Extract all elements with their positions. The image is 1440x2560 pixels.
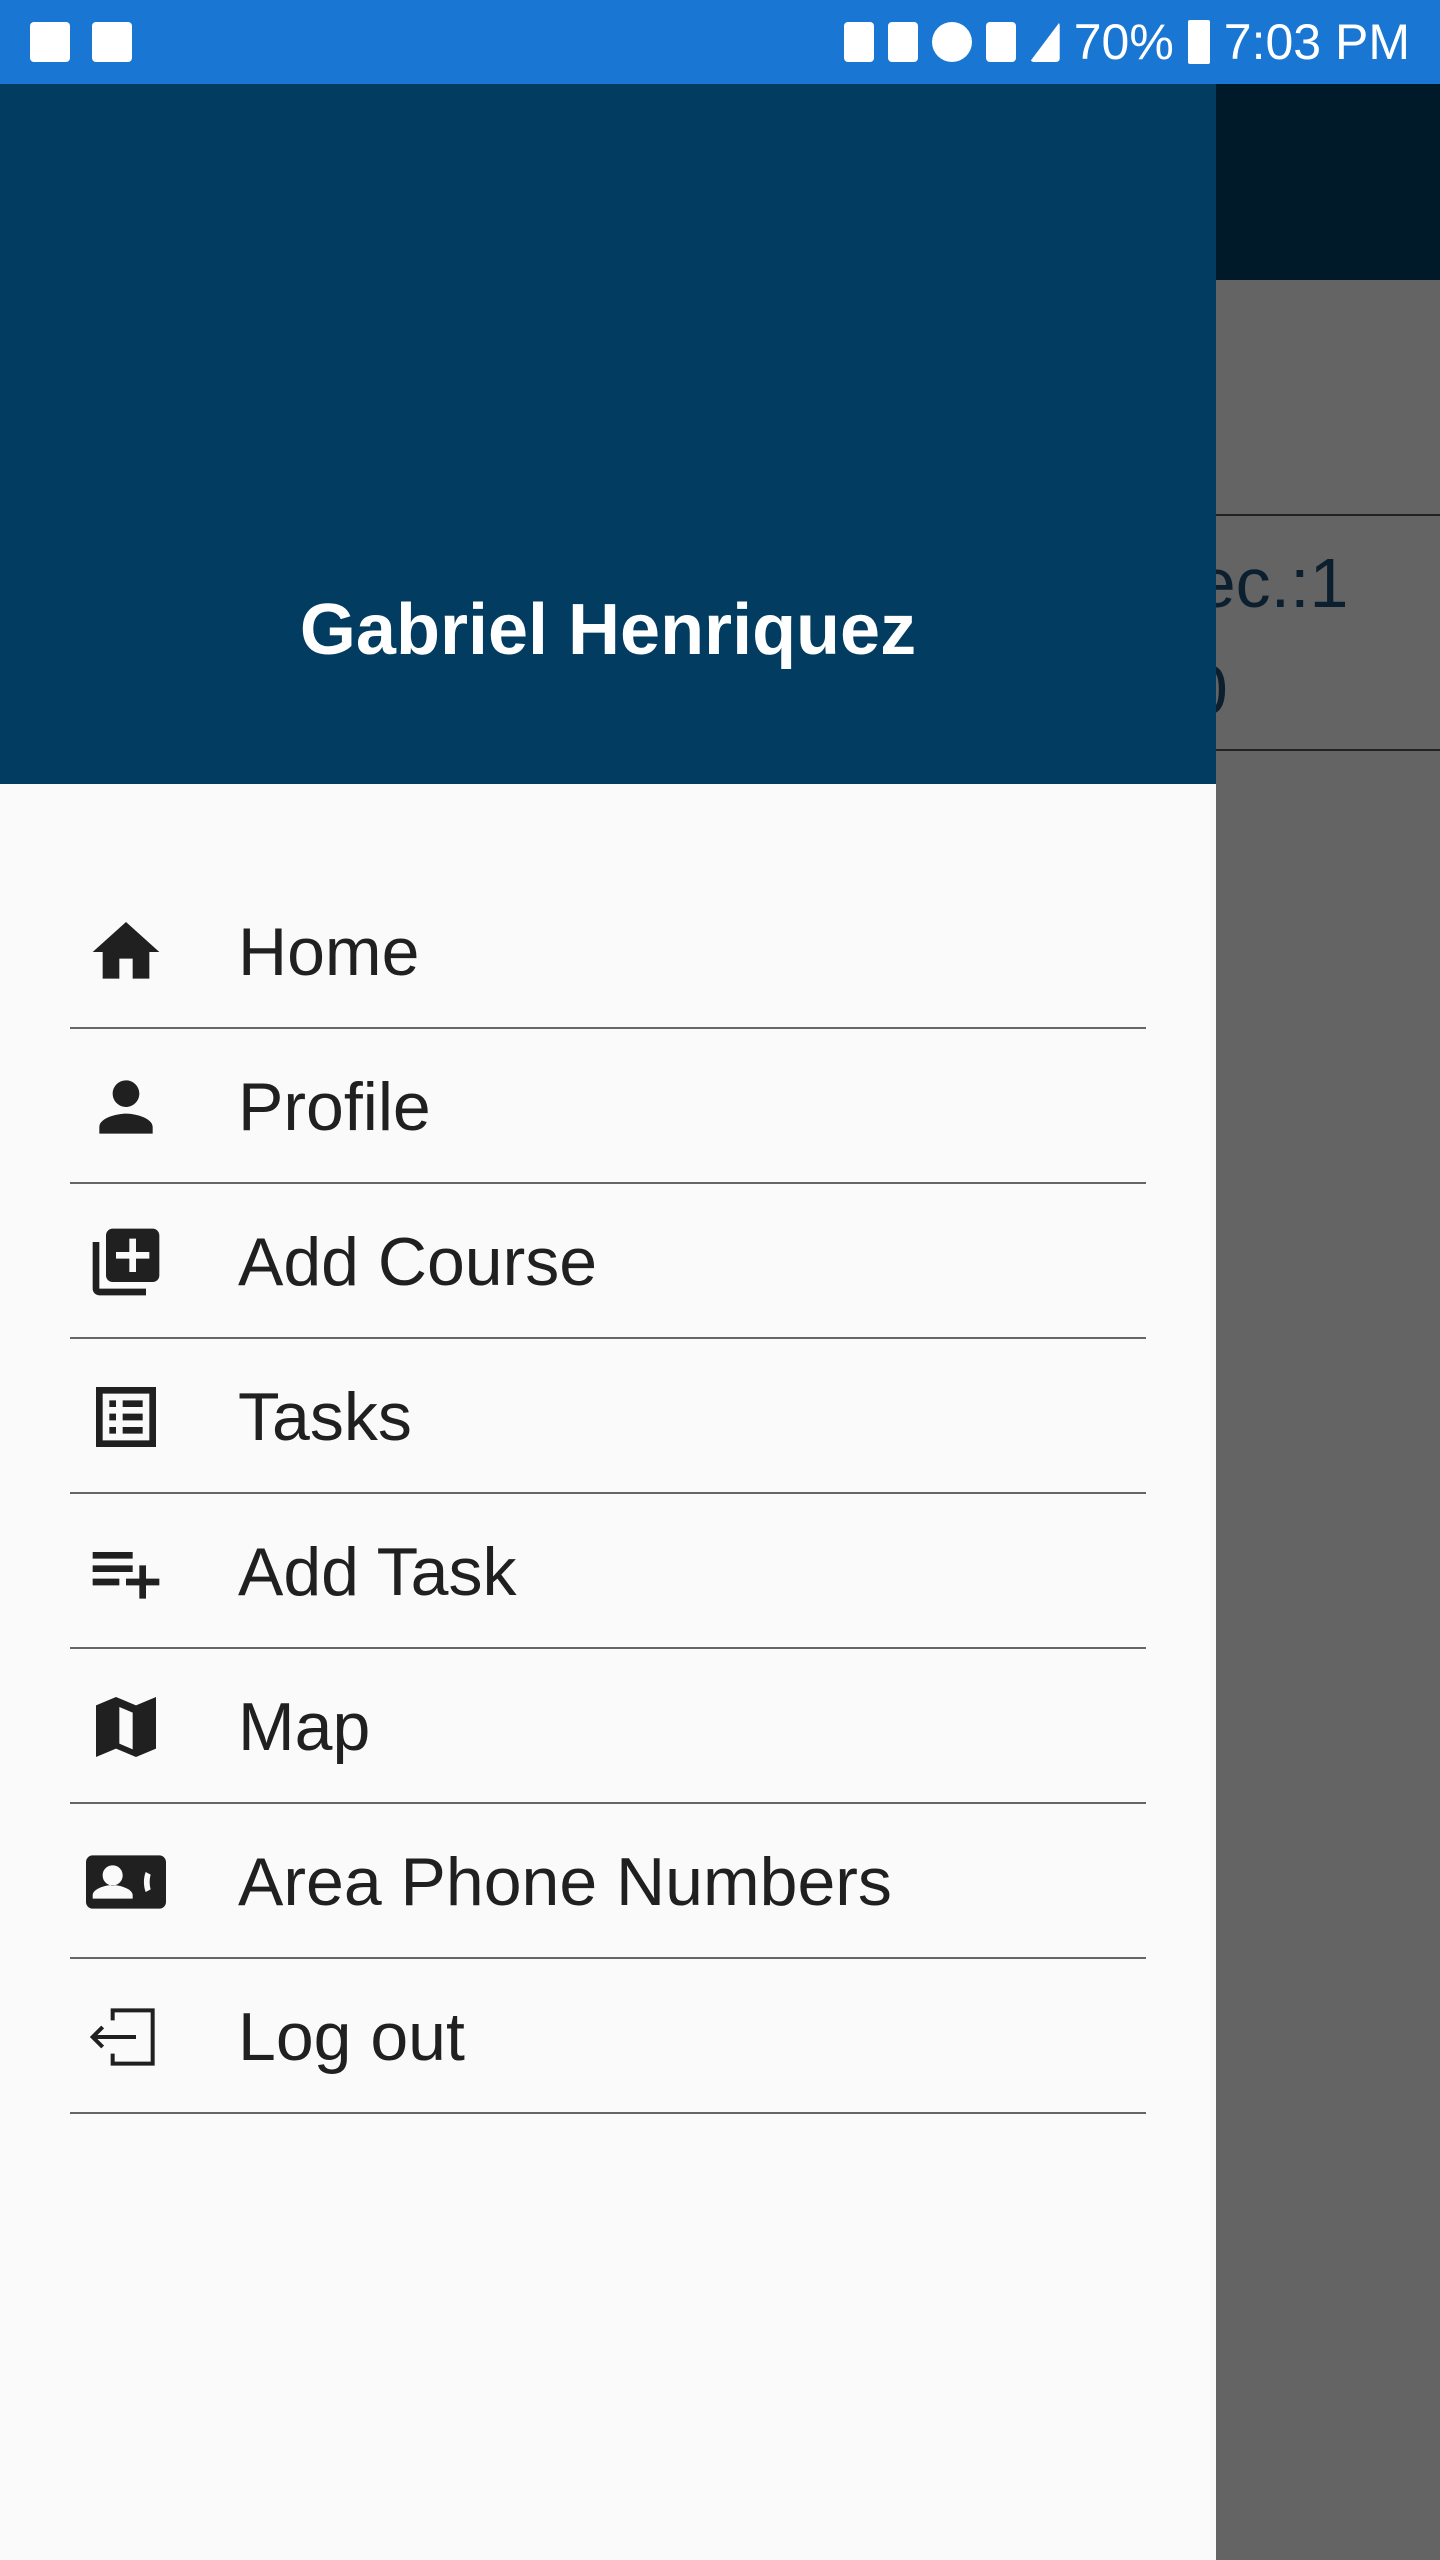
- menu-item-label: Area Phone Numbers: [238, 1843, 892, 1920]
- playlist-add-icon: [86, 1532, 166, 1612]
- contact-phone-icon: [86, 1842, 166, 1922]
- clock: 7:03 PM: [1223, 14, 1410, 70]
- menu-item-tasks[interactable]: Tasks: [0, 1339, 1216, 1494]
- signal-icon: [1029, 22, 1060, 62]
- menu-item-home[interactable]: Home: [0, 874, 1216, 1029]
- library-add-icon: [86, 1222, 166, 1302]
- wifi-calling-icon: [887, 22, 918, 62]
- menu-item-area-phone-numbers[interactable]: Area Phone Numbers: [0, 1804, 1216, 1959]
- drawer-header: Gabriel Henriquez: [0, 84, 1216, 784]
- menu-item-log-out[interactable]: Log out: [0, 1959, 1216, 2114]
- battery-icon: [1187, 20, 1210, 64]
- mute-vibrate-icon: [843, 22, 874, 62]
- menu-item-label: Add Course: [238, 1223, 598, 1300]
- 4g-lte-icon: [985, 22, 1016, 62]
- battery-percent: 70%: [1073, 14, 1174, 70]
- drawer-menu: Home Profile Add Course Tasks Add Task M…: [0, 874, 1216, 2114]
- status-bar: 70% 7:03 PM: [0, 0, 1440, 84]
- alarm-icon: [931, 22, 972, 62]
- gmail-icon: [30, 22, 70, 62]
- user-name: Gabriel Henriquez: [299, 590, 917, 670]
- menu-item-add-task[interactable]: Add Task: [0, 1494, 1216, 1649]
- menu-item-map[interactable]: Map: [0, 1649, 1216, 1804]
- person-icon: [86, 1067, 166, 1147]
- menu-item-label: Profile: [238, 1068, 431, 1145]
- map-icon: [86, 1687, 166, 1767]
- menu-item-profile[interactable]: Profile: [0, 1029, 1216, 1184]
- menu-item-label: Tasks: [238, 1378, 412, 1455]
- logout-icon: [86, 1997, 166, 2077]
- menu-item-label: Add Task: [238, 1533, 517, 1610]
- home-icon: [86, 912, 166, 992]
- navigation-drawer: Gabriel Henriquez Home Profile Add Cours…: [0, 84, 1216, 2560]
- gallery-icon: [92, 22, 132, 62]
- menu-item-label: Home: [238, 913, 420, 990]
- list-icon: [86, 1377, 166, 1457]
- menu-item-label: Log out: [238, 1998, 465, 2075]
- menu-item-label: Map: [238, 1688, 371, 1765]
- menu-item-add-course[interactable]: Add Course: [0, 1184, 1216, 1339]
